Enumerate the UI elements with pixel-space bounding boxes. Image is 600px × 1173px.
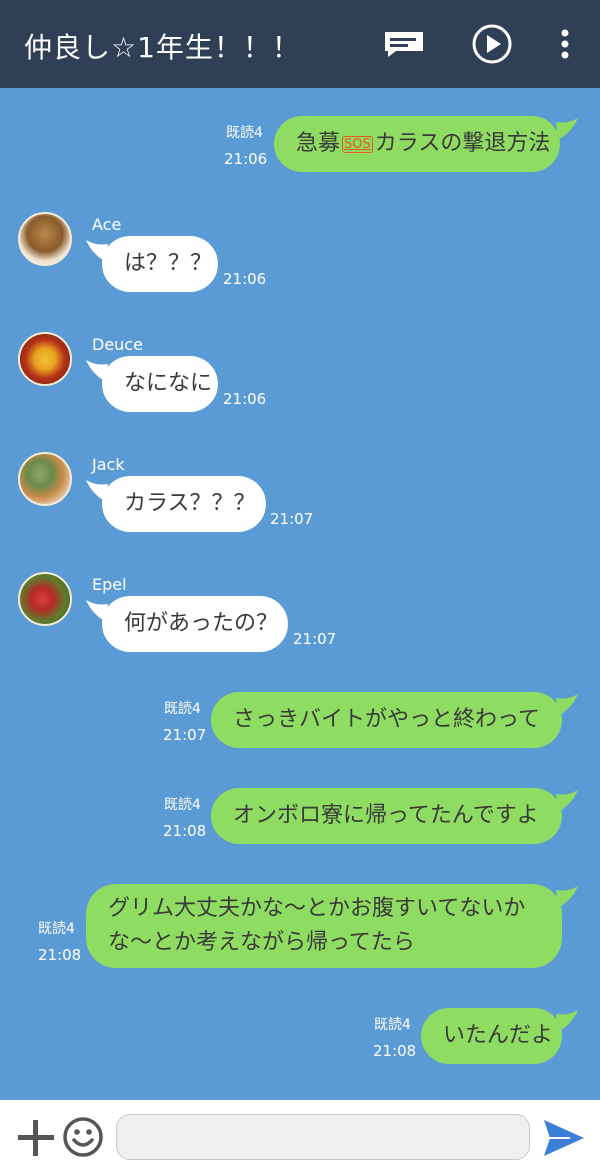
message-time: 21:07 (270, 510, 314, 528)
message-text: は？？？ (124, 251, 213, 276)
bubble-tail (556, 118, 578, 140)
plus-icon[interactable] (16, 1118, 56, 1158)
message-text: 急募 (296, 131, 341, 156)
bubble-tail (556, 790, 578, 812)
avatar[interactable] (18, 452, 72, 506)
bubble-tail (86, 360, 108, 382)
message-bubble[interactable]: グリム大丈夫かな〜とかお腹すいてないか な〜とか考えながら帰ってたら (86, 884, 562, 968)
message-bubble[interactable]: 何があったの？ (102, 596, 288, 652)
emoji-icon[interactable] (62, 1116, 104, 1158)
message-text: いたんだよ (443, 1023, 554, 1048)
message-time: 21:06 (223, 270, 267, 288)
bubble-tail (556, 886, 578, 908)
sender-name: Deuce (92, 335, 143, 354)
message-time: 21:07 (163, 726, 207, 744)
message-text: さっきバイトがやっと終わって (233, 707, 540, 732)
message-input[interactable] (116, 1114, 530, 1160)
message-bubble[interactable]: は？？？ (102, 236, 218, 292)
message-bubble[interactable]: 急募 SOS カラスの撃退方法 (274, 116, 560, 172)
message-text-line: グリム大丈夫かな〜とかお腹すいてないか (108, 896, 526, 921)
play-icon[interactable] (470, 22, 514, 66)
message-bubble[interactable]: さっきバイトがやっと終わって (211, 692, 562, 748)
chat-title: 仲良し☆1年生！！！ (24, 31, 301, 64)
sos-badge: SOS (342, 135, 373, 153)
message-input-bar (0, 1100, 600, 1173)
message-time: 21:08 (163, 822, 207, 840)
avatar[interactable] (18, 332, 72, 386)
sender-name: Jack (92, 455, 125, 474)
chat-area[interactable]: 既読4 21:06 急募 SOS カラスの撃退方法 Ace は？？？ 21:06 D… (0, 88, 600, 1100)
message-bubble[interactable]: カラス？？？ (102, 476, 266, 532)
message-bubble[interactable]: いたんだよ (421, 1008, 562, 1064)
read-receipt: 既読4 (374, 1017, 411, 1033)
avatar[interactable] (18, 212, 72, 266)
message-text: 何があったの？ (124, 611, 279, 636)
message-bubble[interactable]: なになに (102, 356, 218, 412)
sender-name: Epel (92, 575, 127, 594)
bubble-tail (86, 240, 108, 262)
read-receipt: 既読4 (164, 797, 201, 813)
bubble-tail (556, 1010, 578, 1032)
message-time: 21:08 (373, 1042, 417, 1060)
message-text: カラス？？？ (124, 491, 256, 516)
bubble-tail (556, 694, 578, 716)
send-icon[interactable] (542, 1118, 586, 1158)
chat-header: 仲良し☆1年生！！！ (0, 0, 600, 88)
note-icon[interactable] (382, 22, 426, 66)
message-text-line: な〜とか考えながら帰ってたら (108, 930, 415, 955)
message-text: オンボロ寮に帰ってたんですよ (233, 803, 539, 828)
message-text: なになに (124, 371, 213, 396)
avatar[interactable] (18, 572, 72, 626)
bubble-tail (86, 480, 108, 502)
read-receipt: 既読4 (164, 701, 201, 717)
message-time: 21:06 (224, 150, 268, 168)
message-time: 21:06 (223, 390, 267, 408)
sender-name: Ace (92, 215, 122, 234)
bubble-tail (86, 600, 108, 622)
read-receipt: 既読4 (226, 125, 263, 141)
read-receipt: 既読4 (38, 921, 75, 937)
more-vert-icon[interactable] (543, 22, 587, 66)
message-time: 21:08 (38, 946, 82, 964)
message-text: カラスの撃退方法 (374, 131, 551, 156)
message-time: 21:07 (293, 630, 337, 648)
message-bubble[interactable]: オンボロ寮に帰ってたんですよ (211, 788, 562, 844)
